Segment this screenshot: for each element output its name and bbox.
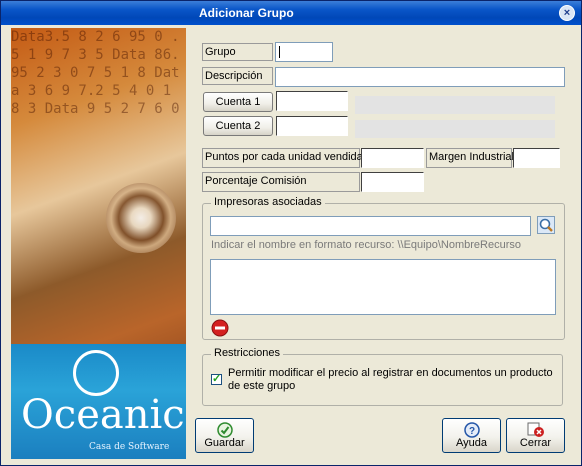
permitir-precio-checkbox[interactable] [211, 372, 222, 385]
impresora-hint: Indicar el nombre en formato recurso: \\… [211, 239, 521, 251]
title-bar[interactable]: Adicionar Grupo × [1, 1, 581, 25]
remove-printer-button[interactable] [211, 319, 229, 337]
impresora-input[interactable] [210, 216, 531, 236]
magnifier-icon [537, 216, 555, 234]
close-icon: × [563, 7, 571, 19]
impresoras-list[interactable] [210, 259, 556, 315]
cuenta1-field[interactable] [276, 91, 348, 111]
guardar-label: Guardar [204, 437, 245, 449]
side-banner-image: Data3.5 8 2 6 95 0 .5 1 9 7 3 5 Data 86.… [11, 28, 186, 459]
cuenta2-button[interactable]: Cuenta 2 [203, 116, 273, 136]
oceanic-logo: Oceanic Casa de Software [11, 344, 186, 459]
search-printer-button[interactable] [537, 216, 555, 234]
puntos-field[interactable] [361, 148, 424, 168]
close-x-icon [527, 422, 544, 437]
window-title: Adicionar Grupo [199, 6, 294, 20]
logo-subtitle: Casa de Software [89, 442, 170, 452]
cuenta2-field[interactable] [276, 116, 348, 136]
dialog-window: Adicionar Grupo × Data3.5 8 2 6 95 0 .5 … [0, 0, 582, 466]
guardar-button[interactable]: Guardar [195, 418, 254, 453]
grupo-field[interactable] [275, 42, 333, 62]
logo-text: Oceanic [21, 392, 185, 438]
cuenta1-description [355, 96, 555, 114]
porcentaje-label: Porcentaje Comisión [202, 172, 360, 192]
cerrar-button[interactable]: Cerrar [506, 418, 565, 453]
cuenta1-button[interactable]: Cuenta 1 [203, 92, 273, 112]
descripcion-field[interactable] [275, 67, 565, 87]
cerrar-label: Cerrar [519, 437, 552, 449]
check-circle-icon [217, 422, 233, 438]
banner-digits: Data3.5 8 2 6 95 0 .5 1 9 7 3 5 Data 86.… [11, 29, 180, 117]
impresoras-title: Impresoras asociadas [211, 196, 325, 208]
margen-field[interactable] [513, 148, 560, 168]
descripcion-label: Descripción [202, 67, 273, 85]
permitir-precio-label: Permitir modificar el precio al registra… [228, 367, 553, 392]
margen-label: Margen Industrial [426, 148, 514, 168]
porcentaje-field[interactable] [361, 172, 424, 192]
text-cursor [279, 46, 280, 58]
impresoras-group: Impresoras asociadas Indicar el nombre e… [202, 196, 565, 340]
ayuda-button[interactable]: ? Ayuda [442, 418, 501, 453]
grupo-label: Grupo [202, 43, 273, 61]
form-panel: Grupo Descripción Cuenta 1 Cuenta 2 Punt… [196, 28, 573, 412]
close-window-button[interactable]: × [559, 5, 575, 21]
no-entry-icon [211, 319, 229, 337]
restricciones-title: Restricciones [211, 347, 284, 359]
restricciones-group: Restricciones Permitir modificar el prec… [202, 347, 563, 406]
dial-graphic [106, 183, 176, 253]
cuenta2-description [355, 120, 555, 138]
puntos-label: Puntos por cada unidad vendida [202, 148, 363, 168]
ayuda-label: Ayuda [456, 437, 487, 449]
svg-text:?: ? [469, 426, 475, 437]
logo-ring-icon [73, 350, 119, 396]
question-icon: ? [464, 422, 480, 438]
